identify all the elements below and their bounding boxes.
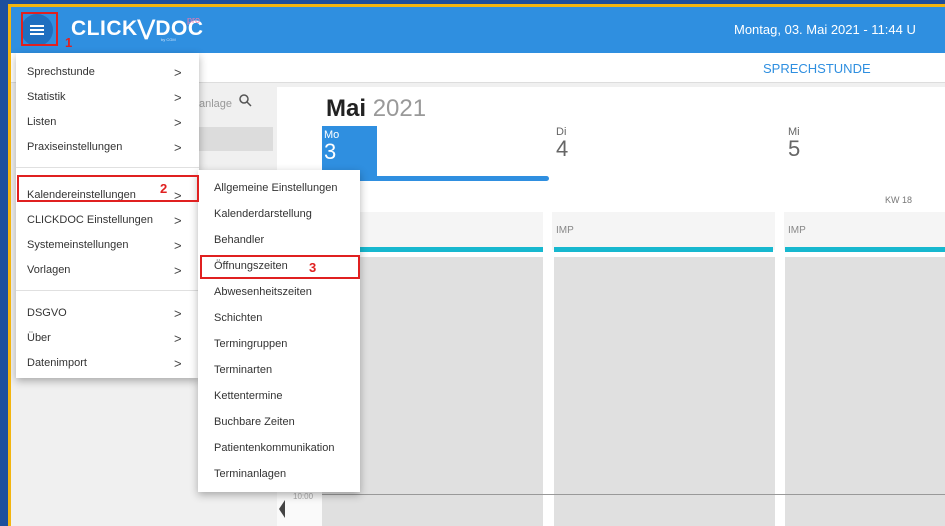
chevron-right-icon: >	[174, 356, 182, 371]
submenu-item-terminanlagen[interactable]: Terminanlagen	[198, 462, 360, 487]
menu-item-label: DSGVO	[27, 307, 67, 319]
month-name: Mai	[326, 95, 367, 122]
menu-item-praxiseinstellungen[interactable]: Praxiseinstellungen >	[16, 135, 199, 160]
submenu-item-abwesenheitszeiten[interactable]: Abwesenheitszeiten	[198, 280, 360, 305]
chevron-right-icon: >	[174, 238, 182, 253]
submenu-item-terminarten[interactable]: Terminarten	[198, 358, 360, 383]
calendar-settings-submenu: Allgemeine Einstellungen Kalenderdarstel…	[198, 170, 360, 492]
menu-item-sprechstunde[interactable]: Sprechstunde >	[16, 60, 199, 85]
menu-item-systemeinstellungen[interactable]: Systemeinstellungen >	[16, 233, 199, 258]
menu-item-label: Datenimport	[27, 357, 87, 369]
day-number: 4	[556, 136, 569, 161]
annotation-number-2: 2	[160, 181, 168, 196]
logo-pro-suffix: pro	[187, 15, 201, 25]
column-header: IMP	[784, 212, 945, 250]
left-list-header	[199, 127, 273, 151]
main-menu-dropdown: Sprechstunde > Statistik > Listen > Praxise…	[16, 53, 199, 378]
column-accent	[554, 247, 773, 252]
menu-item-label: Systemeinstellungen	[27, 239, 129, 251]
menu-item-label: Vorlagen	[27, 264, 71, 276]
menu-item-label: Über	[27, 332, 51, 344]
menu-item-label: Sprechstunde	[27, 66, 95, 78]
page-title[interactable]: SPRECHSTUNDE	[763, 61, 871, 76]
calendar-view: Mai 2021 Mo 3 Di 4 Mi 5 KW 18 IMP IMP 10…	[277, 87, 945, 526]
chevron-right-icon: >	[174, 90, 182, 105]
menu-item-dsgvo[interactable]: DSGVO >	[16, 301, 199, 326]
submenu-item-kettentermine[interactable]: Kettentermine	[198, 384, 360, 409]
menu-divider	[16, 167, 199, 168]
day-number: 5	[788, 136, 801, 161]
current-datetime: Montag, 03. Mai 2021 - 11:44 U	[734, 22, 916, 37]
chevron-right-icon: >	[174, 306, 182, 321]
menu-item-label: Listen	[27, 116, 57, 128]
time-label: 10:00	[293, 492, 314, 501]
chevron-right-icon: >	[174, 140, 182, 155]
menu-item-ueber[interactable]: Über >	[16, 326, 199, 351]
annotation-box-1	[21, 12, 58, 46]
time-gridline	[322, 494, 945, 495]
menu-item-datenimport[interactable]: Datenimport >	[16, 351, 199, 376]
annotation-box-2	[17, 175, 199, 202]
menu-item-label: Praxiseinstellungen	[27, 141, 123, 153]
menu-divider	[16, 290, 199, 291]
top-bar: CLICK⋁DOC pro by CGM Montag, 03. Mai 202…	[11, 7, 945, 53]
annotation-number-1: 1	[65, 35, 73, 50]
submenu-item-kalenderdarstellung[interactable]: Kalenderdarstellung	[198, 202, 360, 227]
chevron-right-icon: >	[174, 65, 182, 80]
arrow-left-icon[interactable]	[279, 500, 285, 518]
search-icon[interactable]	[239, 94, 252, 107]
day-wednesday[interactable]: Mi 5	[788, 126, 800, 160]
day-tuesday[interactable]: Di 4	[556, 126, 568, 160]
column-header: IMP	[552, 212, 775, 250]
week-number: KW 18	[885, 195, 913, 205]
search-input[interactable]: anlage	[199, 98, 232, 110]
column-body[interactable]	[554, 257, 775, 526]
year: 2021	[372, 95, 427, 122]
calendar-month-title: Mai 2021	[326, 95, 426, 123]
chevron-right-icon: >	[174, 213, 182, 228]
submenu-item-buchbare-zeiten[interactable]: Buchbare Zeiten	[198, 410, 360, 435]
submenu-item-termingruppen[interactable]: Termingruppen	[198, 332, 360, 357]
menu-item-listen[interactable]: Listen >	[16, 110, 199, 135]
chevron-right-icon: >	[174, 115, 182, 130]
day-number: 3	[324, 139, 337, 164]
day-monday[interactable]: Mo 3	[322, 126, 377, 176]
submenu-item-patientenkommunikation[interactable]: Patientenkommunikation	[198, 436, 360, 461]
submenu-item-behandler[interactable]: Behandler	[198, 228, 360, 253]
chevron-right-icon: >	[174, 263, 182, 278]
menu-item-label: CLICKDOC Einstellungen	[27, 214, 153, 226]
menu-item-vorlagen[interactable]: Vorlagen >	[16, 258, 199, 283]
app-window: CLICK⋁DOC pro by CGM Montag, 03. Mai 202…	[11, 7, 945, 526]
menu-item-statistik[interactable]: Statistik >	[16, 85, 199, 110]
annotation-box-3	[200, 255, 360, 279]
annotation-number-3: 3	[309, 260, 317, 275]
submenu-item-schichten[interactable]: Schichten	[198, 306, 360, 331]
column-body[interactable]	[785, 257, 945, 526]
menu-item-clickdoc-einstellungen[interactable]: CLICKDOC Einstellungen >	[16, 208, 199, 233]
submenu-item-allgemeine-einstellungen[interactable]: Allgemeine Einstellungen	[198, 176, 360, 201]
column-accent	[785, 247, 945, 252]
logo-by-cgm: by CGM	[161, 37, 176, 42]
menu-item-label: Statistik	[27, 91, 66, 103]
chevron-right-icon: >	[174, 331, 182, 346]
app-logo: CLICK⋁DOC	[71, 17, 204, 40]
